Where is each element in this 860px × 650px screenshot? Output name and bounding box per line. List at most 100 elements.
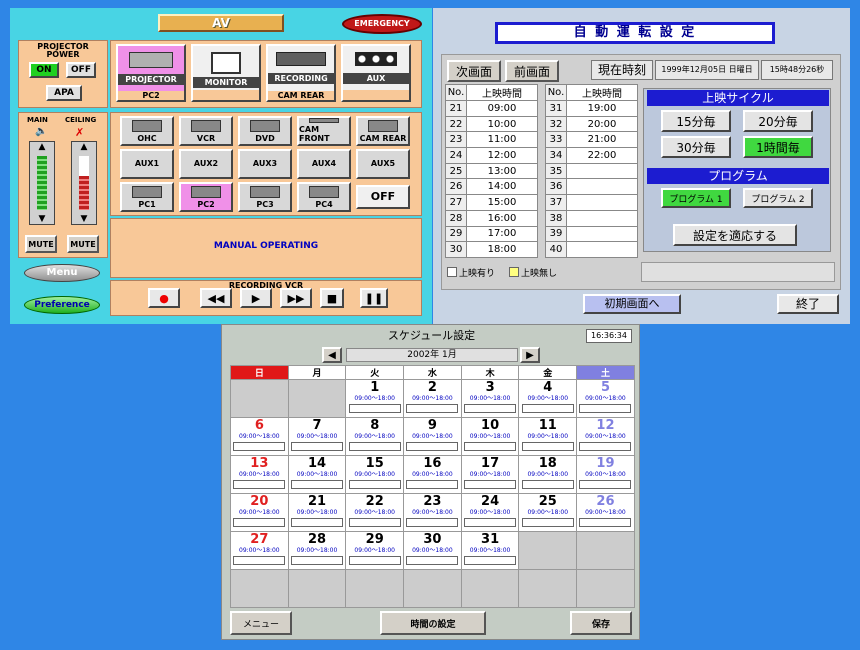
- row-time[interactable]: 09:00: [466, 100, 538, 117]
- day-note-field[interactable]: [521, 404, 574, 413]
- input-cam-front-button[interactable]: CAM FRONT: [297, 116, 351, 146]
- apply-settings-button[interactable]: 設定を適応する: [673, 224, 797, 246]
- ceiling-volume-slider[interactable]: ▲ ▼: [71, 141, 97, 225]
- row-time[interactable]: [566, 225, 638, 243]
- table-row[interactable]: 37: [545, 194, 638, 211]
- calendar-day-cell[interactable]: 4 09:00～18:00: [518, 379, 578, 418]
- day-note-field[interactable]: [464, 442, 517, 451]
- row-time[interactable]: [566, 162, 638, 180]
- day-note-field[interactable]: [464, 556, 517, 565]
- vcr-play-button[interactable]: ▶: [240, 288, 272, 308]
- table-row[interactable]: 35: [545, 162, 638, 180]
- day-note-field[interactable]: [464, 404, 517, 413]
- vcr-rewind-button[interactable]: ◀◀: [200, 288, 232, 308]
- table-row[interactable]: 34 22:00: [545, 147, 638, 164]
- day-note-field[interactable]: [406, 518, 459, 527]
- row-time[interactable]: [566, 178, 638, 196]
- input-aux2-button[interactable]: AUX2: [179, 149, 233, 179]
- calendar-day-cell[interactable]: 14 09:00～18:00: [287, 455, 347, 494]
- ceiling-volume-down-icon[interactable]: ▼: [72, 214, 96, 224]
- input-ohc-button[interactable]: OHC: [120, 116, 174, 146]
- row-time[interactable]: 17:00: [466, 225, 538, 243]
- day-note-field[interactable]: [233, 480, 286, 489]
- calendar-day-cell[interactable]: 29 09:00～18:00: [345, 531, 405, 570]
- calendar-day-cell[interactable]: 3 09:00～18:00: [460, 379, 520, 418]
- table-row[interactable]: 39: [545, 225, 638, 243]
- row-time[interactable]: 14:00: [466, 178, 538, 196]
- calendar-day-cell[interactable]: 7 09:00～18:00: [287, 417, 347, 456]
- input-pc2-button[interactable]: PC2: [179, 182, 233, 212]
- power-on-button[interactable]: ON: [29, 62, 59, 78]
- table-row[interactable]: 21 09:00: [445, 100, 538, 117]
- menu-button[interactable]: Menu: [24, 264, 100, 282]
- menu-button[interactable]: メニュー: [230, 611, 292, 635]
- input-aux1-button[interactable]: AUX1: [120, 149, 174, 179]
- day-note-field[interactable]: [233, 556, 286, 565]
- source-recording-button[interactable]: RECORDING CAM REAR: [266, 44, 336, 102]
- next-month-button[interactable]: ▶: [520, 347, 540, 363]
- row-time[interactable]: 21:00: [566, 131, 638, 149]
- row-time[interactable]: 16:00: [466, 209, 538, 227]
- emergency-button[interactable]: EMERGENCY: [342, 14, 422, 34]
- day-note-field[interactable]: [521, 480, 574, 489]
- input-aux4-button[interactable]: AUX4: [297, 149, 351, 179]
- row-time[interactable]: 11:00: [466, 131, 538, 149]
- day-note-field[interactable]: [579, 442, 632, 451]
- day-note-field[interactable]: [579, 480, 632, 489]
- calendar-day-cell[interactable]: 19 09:00～18:00: [576, 455, 635, 494]
- calendar-day-cell[interactable]: 13 09:00～18:00: [230, 455, 289, 494]
- calendar-day-cell[interactable]: 31 09:00～18:00: [460, 531, 520, 570]
- cycle-30min-button[interactable]: 30分毎: [661, 136, 731, 158]
- table-row[interactable]: 22 10:00: [445, 115, 538, 133]
- day-note-field[interactable]: [579, 404, 632, 413]
- preference-button[interactable]: Preference: [24, 296, 100, 314]
- day-note-field[interactable]: [233, 518, 286, 527]
- vcr-record-button[interactable]: ●: [148, 288, 180, 308]
- table-row[interactable]: 25 13:00: [445, 162, 538, 180]
- source-aux-button[interactable]: AUX: [341, 44, 411, 102]
- cycle-1hour-button[interactable]: 1時間毎: [743, 136, 813, 158]
- day-note-field[interactable]: [406, 442, 459, 451]
- day-note-field[interactable]: [291, 442, 344, 451]
- source-monitor-button[interactable]: MONITOR: [191, 44, 261, 102]
- cycle-20min-button[interactable]: 20分毎: [743, 110, 813, 132]
- row-time[interactable]: [566, 209, 638, 227]
- day-note-field[interactable]: [233, 442, 286, 451]
- calendar-day-cell[interactable]: 21 09:00～18:00: [287, 493, 347, 532]
- day-note-field[interactable]: [348, 518, 401, 527]
- calendar-day-cell[interactable]: 1 09:00～18:00: [345, 379, 405, 418]
- day-note-field[interactable]: [406, 480, 459, 489]
- calendar-day-cell[interactable]: 2 09:00～18:00: [403, 379, 462, 418]
- calendar-day-cell[interactable]: 8 09:00～18:00: [345, 417, 405, 456]
- calendar-day-cell[interactable]: 20 09:00～18:00: [230, 493, 289, 532]
- table-row[interactable]: 29 17:00: [445, 225, 538, 243]
- table-row[interactable]: 38: [545, 209, 638, 227]
- calendar-day-cell[interactable]: 12 09:00～18:00: [576, 417, 635, 456]
- apa-button[interactable]: APA: [46, 85, 82, 101]
- day-note-field[interactable]: [406, 556, 459, 565]
- calendar-day-cell[interactable]: 27 09:00～18:00: [230, 531, 289, 570]
- input-aux5-button[interactable]: AUX5: [356, 149, 410, 179]
- row-time[interactable]: [566, 241, 638, 258]
- input-vcr-button[interactable]: VCR: [179, 116, 233, 146]
- vcr-forward-button[interactable]: ▶▶: [280, 288, 312, 308]
- input-aux3-button[interactable]: AUX3: [238, 149, 292, 179]
- calendar-day-cell[interactable]: 24 09:00～18:00: [460, 493, 520, 532]
- row-time[interactable]: 10:00: [466, 115, 538, 133]
- row-time[interactable]: 15:00: [466, 194, 538, 211]
- initial-screen-button[interactable]: 初期画面へ: [583, 294, 681, 314]
- row-time[interactable]: 18:00: [466, 241, 538, 258]
- day-note-field[interactable]: [291, 480, 344, 489]
- day-note-field[interactable]: [348, 442, 401, 451]
- program-1-button[interactable]: プログラム 1: [661, 188, 731, 208]
- main-volume-down-icon[interactable]: ▼: [30, 214, 54, 224]
- main-volume-up-icon[interactable]: ▲: [30, 142, 54, 152]
- source-projector-button[interactable]: PROJECTOR PC2: [116, 44, 186, 102]
- day-note-field[interactable]: [464, 480, 517, 489]
- table-row[interactable]: 33 21:00: [545, 131, 638, 149]
- day-note-field[interactable]: [579, 518, 632, 527]
- table-row[interactable]: 36: [545, 178, 638, 196]
- calendar-day-cell[interactable]: 6 09:00～18:00: [230, 417, 289, 456]
- row-time[interactable]: 12:00: [466, 147, 538, 164]
- vcr-stop-button[interactable]: ■: [320, 288, 344, 308]
